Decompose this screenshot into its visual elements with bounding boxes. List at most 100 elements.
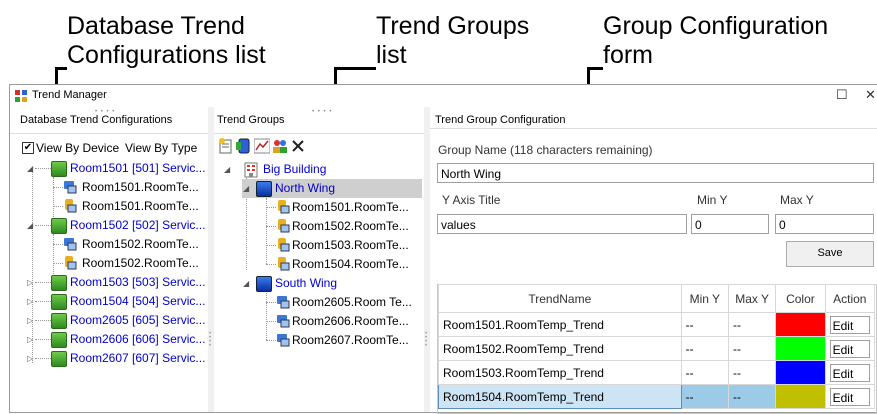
pane-header: Trend Group Configuration (430, 107, 877, 129)
table-row[interactable]: Room1502.RoomTemp_Trend -- -- Edit (438, 336, 876, 361)
color-swatch[interactable] (775, 360, 826, 385)
delete-icon[interactable] (290, 138, 306, 154)
tree-node-trend[interactable]: Room1502.RoomTe... (53, 235, 208, 254)
root-label: Big Building (263, 162, 327, 176)
collapsed-icon[interactable]: ▷ (27, 273, 33, 292)
tree-guide (53, 187, 63, 188)
view-by-device-label[interactable]: View By Device (36, 141, 119, 155)
tree-node-trend[interactable]: Room1501.RoomTe... (53, 178, 208, 197)
min-y-label: Min Y (697, 193, 728, 207)
max-y-label: Max Y (780, 193, 814, 207)
chart-icon[interactable] (254, 138, 270, 154)
divider (430, 128, 877, 129)
tree-node-trend[interactable]: Room2606.RoomTe... (266, 312, 422, 331)
edit-button[interactable]: Edit (829, 315, 870, 334)
tree-node-trend[interactable]: Room1504.RoomTe... (266, 255, 422, 274)
device-icon (51, 313, 67, 329)
tree-node-trend[interactable]: Room2607.RoomTe... (266, 331, 422, 350)
splitter-grip-icon: • • • • (209, 331, 212, 349)
edit-button[interactable]: Edit (829, 387, 870, 406)
trend-label: Room1502.RoomTe... (82, 256, 199, 270)
tree-node-trend[interactable]: Room1503.RoomTe... (266, 236, 422, 255)
trend-groups-toolbar (218, 138, 308, 156)
callout-line: Group Configuration (603, 12, 829, 40)
tree-node-device[interactable]: ◢ Room1501 [501] Servic... (25, 159, 208, 178)
leader-line (334, 67, 376, 70)
collapsed-icon[interactable]: ▷ (27, 311, 33, 330)
callout-line: list (376, 41, 407, 69)
min-y-cell: -- (680, 336, 729, 361)
tree-node-trend[interactable]: Room1501.RoomTe... (53, 197, 208, 216)
col-header-trendname[interactable]: TrendName (438, 284, 682, 313)
max-y-input[interactable]: 0 (775, 214, 874, 234)
y-axis-title-input[interactable]: values (437, 214, 687, 234)
tree-node-device[interactable]: ▷ Room1503 [503] Servic... (25, 273, 208, 292)
grip-icon[interactable]: • • • • (312, 109, 332, 115)
min-y-cell: -- (680, 384, 729, 409)
save-button[interactable]: Save (786, 241, 874, 267)
col-header-action[interactable]: Action (824, 284, 876, 313)
callout-line: Configurations list (67, 41, 266, 69)
color-swatch[interactable] (775, 336, 826, 361)
device-icon (51, 332, 67, 348)
add-device-icon[interactable] (236, 138, 252, 154)
edit-button[interactable]: Edit (829, 363, 870, 382)
table-row[interactable]: Room1503.RoomTemp_Trend -- -- Edit (438, 360, 876, 385)
tree-node-root[interactable]: ◢ Big Building (222, 160, 422, 179)
expand-icon[interactable]: ◢ (243, 274, 249, 293)
col-header-color[interactable]: Color (775, 284, 826, 313)
table-row[interactable]: Room1501.RoomTemp_Trend -- -- Edit (438, 312, 876, 337)
grip-icon[interactable]: • • • • (95, 109, 115, 115)
tree-guide (53, 244, 63, 245)
trend-value-icon (278, 257, 290, 271)
group-name-input[interactable]: North Wing (437, 163, 874, 183)
tree-node-device[interactable]: ▷ Room2606 [606] Servic... (25, 330, 208, 349)
tree-node-device[interactable]: ▷ Room1504 [504] Servic... (25, 292, 208, 311)
trend-groups-tree: ◢ Big Building ◢ North Wing Room1501.Roo… (214, 160, 424, 400)
collapsed-icon[interactable]: ▷ (27, 330, 33, 349)
users-icon[interactable] (272, 138, 288, 154)
tree-node-group-south-wing[interactable]: ◢ South Wing (242, 274, 422, 293)
trend-value-icon (65, 256, 77, 270)
tree-node-device[interactable]: ▷ Room2607 [607] Servic... (25, 349, 208, 368)
action-cell: Edit (824, 312, 876, 337)
color-swatch[interactable] (775, 312, 826, 337)
expand-icon[interactable]: ◢ (27, 216, 33, 235)
col-header-max-y[interactable]: Max Y (727, 284, 777, 313)
splitter-grip-icon: • • • • (425, 331, 428, 349)
group-name-label: Group Name (118 characters remaining) (438, 143, 653, 157)
callout-groups-list: Trend Groups list (376, 12, 529, 70)
view-by-device-checkbox[interactable]: ✔ (22, 142, 34, 154)
tree-node-group-north-wing[interactable]: ◢ North Wing (242, 179, 422, 198)
action-cell: Edit (824, 336, 876, 361)
new-group-icon[interactable] (218, 138, 234, 154)
expand-icon[interactable]: ◢ (27, 159, 33, 178)
callout-line: Database Trend (67, 12, 245, 40)
trend-groups-pane: Trend Groups • • • • ◢ Big Building ◢ No… (214, 107, 424, 412)
collapsed-icon[interactable]: ▷ (27, 349, 33, 368)
tree-node-device[interactable]: ▷ Room2605 [605] Servic... (25, 311, 208, 330)
tree-guide (266, 302, 276, 303)
tree-node-trend[interactable]: Room1502.RoomTe... (266, 217, 422, 236)
maximize-button[interactable]: ☐ (836, 87, 848, 103)
tree-node-trend[interactable]: Room2605.Room Te... (266, 293, 422, 312)
callout-db-list: Database Trend Configurations list (67, 12, 266, 70)
expand-icon[interactable]: ◢ (224, 160, 230, 179)
tree-node-trend[interactable]: Room1501.RoomTe... (266, 198, 422, 217)
tree-node-device[interactable]: ◢ Room1502 [502] Servic... (25, 216, 208, 235)
tree-node-trend[interactable]: Room1502.RoomTe... (53, 254, 208, 273)
max-y-cell: -- (727, 336, 777, 361)
trend-value-icon (65, 199, 77, 213)
trend-log-icon (277, 296, 290, 309)
table-row-selected[interactable]: Room1504.RoomTemp_Trend -- -- Edit (438, 384, 876, 409)
view-by-type-label[interactable]: View By Type (125, 141, 197, 155)
group-icon (256, 276, 272, 292)
collapsed-icon[interactable]: ▷ (27, 292, 33, 311)
col-header-min-y[interactable]: Min Y (680, 284, 729, 313)
edit-button[interactable]: Edit (829, 339, 870, 358)
close-button[interactable]: ✕ (865, 87, 876, 103)
max-y-cell: -- (727, 312, 777, 337)
min-y-input[interactable]: 0 (691, 214, 769, 234)
color-swatch[interactable] (775, 384, 826, 409)
expand-icon[interactable]: ◢ (243, 179, 249, 198)
